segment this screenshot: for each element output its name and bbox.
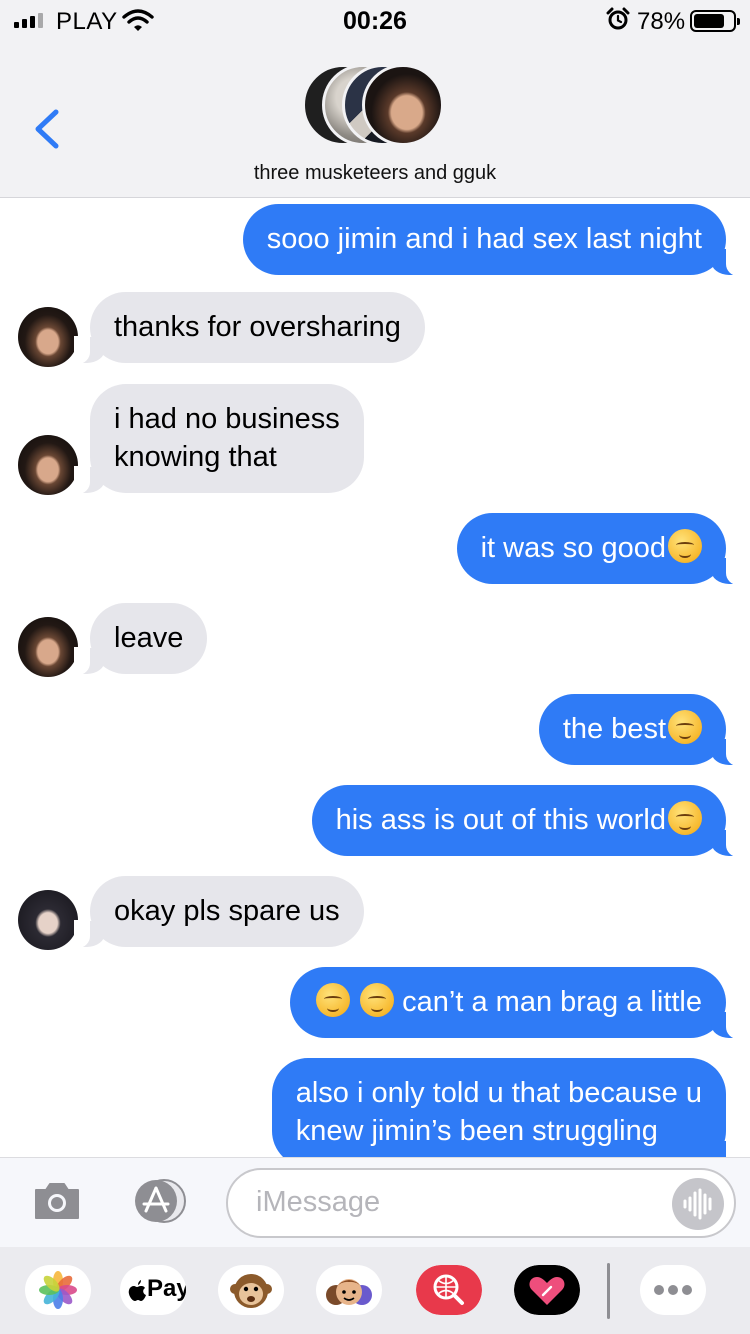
message-text: can’t a man brag a little xyxy=(402,986,702,1018)
incoming-message[interactable]: leave xyxy=(73,603,208,675)
alarm-icon xyxy=(606,7,630,30)
message-input-field[interactable] xyxy=(226,1168,736,1238)
message-text: okay pls spare us xyxy=(114,895,340,927)
relieved-face-icon xyxy=(668,710,702,744)
outgoing-message[interactable]: can’t a man brag a little xyxy=(290,967,742,1039)
message-text: the best xyxy=(562,713,666,745)
outgoing-message[interactable]: his ass is out of this world xyxy=(311,785,743,857)
message-input[interactable] xyxy=(256,1186,656,1219)
battery-icon xyxy=(690,10,740,32)
status-bar: PLAY 00:26 78% xyxy=(0,0,750,40)
outgoing-message[interactable]: it was so good xyxy=(456,513,743,585)
incoming-message[interactable]: okay pls spare us xyxy=(74,876,364,948)
message-text: his ass is out of this world xyxy=(335,804,666,836)
animoji-app-icon xyxy=(230,1274,272,1308)
back-button[interactable] xyxy=(28,104,68,154)
app-store-button[interactable] xyxy=(126,1178,192,1224)
app-store-icon xyxy=(135,1179,186,1223)
divider xyxy=(607,1263,610,1319)
incoming-message[interactable]: thanks for oversharing xyxy=(74,292,425,364)
camera-icon xyxy=(35,1183,79,1219)
avatar[interactable] xyxy=(18,890,78,950)
photos-app-icon xyxy=(39,1271,77,1309)
chevron-left-icon xyxy=(35,109,59,149)
message-text: i had no business xyxy=(114,403,340,435)
avatar[interactable] xyxy=(18,435,78,495)
compose-bar xyxy=(0,1157,750,1247)
web-search-app-icon xyxy=(416,1265,482,1315)
memoji-app-button[interactable] xyxy=(316,1265,382,1315)
message-thread[interactable]: sooo jimin and i had sex last night than… xyxy=(0,199,750,1157)
pensive-face-icon xyxy=(360,983,395,1017)
message-text: it was so good xyxy=(480,532,666,564)
memoji-app-icon xyxy=(326,1279,372,1305)
audio-message-button[interactable] xyxy=(672,1178,724,1230)
incoming-message[interactable]: i had no business knowing that xyxy=(74,384,364,494)
message-text: sooo jimin and i had sex last night xyxy=(266,223,702,255)
message-text: knowing that xyxy=(114,441,277,473)
message-text: leave xyxy=(114,622,184,654)
web-search-app-button[interactable] xyxy=(416,1265,482,1315)
avatar[interactable] xyxy=(18,617,78,677)
pensive-face-icon xyxy=(316,983,351,1017)
more-apps-button[interactable] xyxy=(640,1265,706,1315)
more-apps-icon xyxy=(654,1285,692,1295)
outgoing-message[interactable]: sooo jimin and i had sex last night xyxy=(242,204,743,276)
group-name[interactable]: three musketeers and gguk xyxy=(0,162,750,185)
photos-app-button[interactable] xyxy=(25,1265,91,1315)
avatar[interactable] xyxy=(18,307,78,367)
digital-touch-app-button[interactable] xyxy=(514,1265,580,1315)
relieved-face-icon xyxy=(668,529,702,563)
app-drawer: Pay xyxy=(0,1247,750,1334)
group-avatar-stack[interactable] xyxy=(302,64,452,148)
animoji-app-button[interactable] xyxy=(218,1265,284,1315)
drooling-face-icon xyxy=(668,801,702,835)
message-text: also i only told u that because u xyxy=(295,1077,702,1109)
avatar xyxy=(362,64,444,146)
message-text: thanks for oversharing xyxy=(114,311,401,343)
outgoing-message[interactable]: also i only told u that because u knew j… xyxy=(271,1058,743,1157)
message-text: knew jimin’s been struggling xyxy=(295,1115,658,1147)
camera-button[interactable] xyxy=(32,1180,82,1222)
outgoing-message[interactable]: the best xyxy=(538,694,743,766)
digital-touch-app-icon xyxy=(514,1265,580,1315)
audio-waveform-icon xyxy=(683,1188,712,1220)
apple-pay-app-button[interactable]: Pay xyxy=(120,1265,186,1315)
battery-level-fill xyxy=(694,14,724,28)
battery-percentage: 78% xyxy=(637,8,686,35)
apple-pay-label: Pay xyxy=(147,1275,186,1302)
